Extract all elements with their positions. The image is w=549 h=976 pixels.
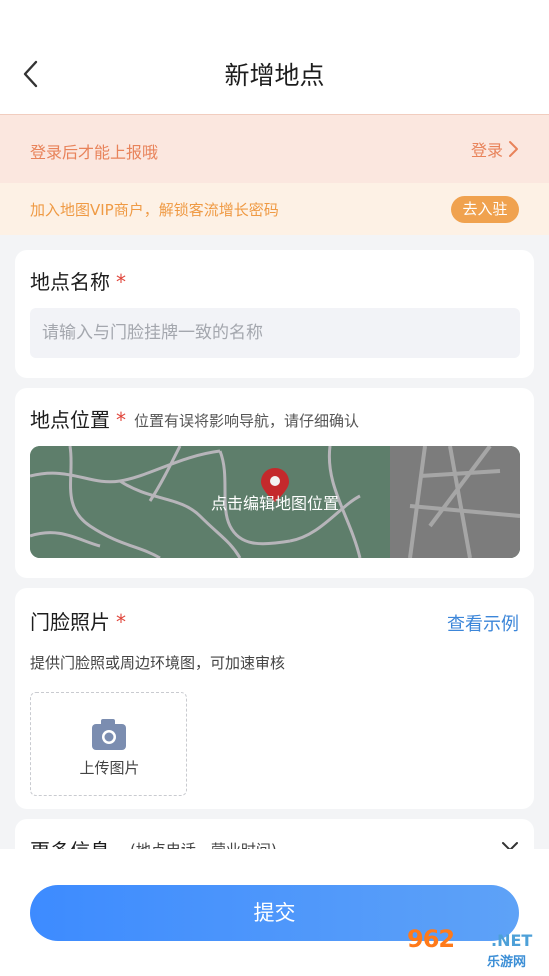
storefront-photo-card: 门脸照片 * 查看示例 提供门脸照或周边环境图，可加速审核 上传图片 [15, 588, 534, 809]
page-title: 新增地点 [224, 61, 325, 90]
map-edit-label: 点击编辑地图位置 [210, 494, 339, 513]
place-name-label: 地点名称 * [30, 270, 126, 294]
watermark-cn: 乐游网 [487, 955, 527, 970]
place-name-input[interactable] [30, 308, 520, 358]
header: 新增地点 [0, 0, 549, 114]
upload-label: 上传图片 [79, 759, 140, 777]
vip-banner: 加入地图VIP商户，解锁客流增长密码 去入驻 [0, 183, 549, 235]
chevron-right-icon [509, 141, 518, 157]
login-link-label: 登录 [470, 141, 503, 160]
watermark-net: .NET [491, 931, 533, 950]
place-name-card: 地点名称 * [15, 250, 534, 378]
photo-hint: 提供门脸照或周边环境图，可加速审核 [30, 654, 286, 672]
vip-banner-text: 加入地图VIP商户，解锁客流增长密码 [30, 201, 279, 219]
login-banner: 登录后才能上报哦 登录 [0, 114, 549, 183]
storefront-photo-label: 门脸照片 * [30, 610, 126, 634]
location-hint: 位置有误将影响导航，请仔细确认 [134, 412, 360, 430]
place-location-label: 地点位置 * [30, 408, 126, 432]
required-mark: * [116, 408, 126, 432]
join-button[interactable]: 去入驻 [451, 196, 519, 223]
login-banner-text: 登录后才能上报哦 [30, 143, 159, 162]
view-example-link[interactable]: 查看示例 [447, 610, 519, 636]
upload-photo-button[interactable]: 上传图片 [30, 692, 187, 796]
required-mark: * [116, 270, 126, 294]
map-preview[interactable]: 点击编辑地图位置 [30, 446, 520, 558]
required-mark: * [116, 610, 126, 634]
place-location-card: 地点位置 * 位置有误将影响导航，请仔细确认 点击编辑地图位置 [15, 388, 534, 578]
watermark-logo: 962 .NET 乐游网 [407, 925, 545, 971]
watermark-number: 962 [407, 925, 455, 953]
login-link[interactable]: 登录 [471, 137, 519, 161]
camera-icon [92, 719, 126, 750]
